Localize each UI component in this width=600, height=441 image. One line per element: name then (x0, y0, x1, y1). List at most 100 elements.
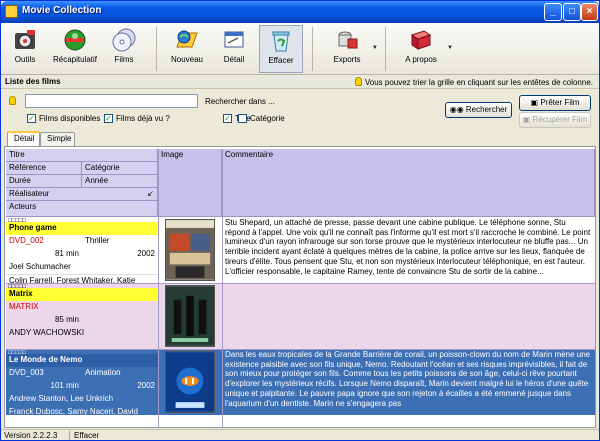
tab-simple[interactable]: Simple (40, 132, 75, 146)
header-commentaire[interactable]: Commentaire (222, 149, 595, 217)
films-disponibles-checkbox[interactable]: ✓ Films disponibles (27, 114, 100, 123)
recuperer-film-button[interactable]: ▣ Récupérer Film (519, 112, 591, 128)
row-category: Animation (85, 368, 121, 377)
row-year: 2002 (137, 381, 155, 390)
row-duration: 101 min (50, 381, 79, 390)
exports-icon (338, 31, 358, 49)
tab-detail[interactable]: Détail (7, 131, 40, 146)
search-area: Rechercher dans ... ✓ Films disponibles ✓… (1, 90, 599, 130)
header-image[interactable]: Image (158, 149, 222, 217)
row-year (82, 314, 158, 327)
search-input[interactable] (25, 94, 198, 108)
search-in-label: Rechercher dans ... (205, 97, 275, 106)
title-bar[interactable]: Movie Collection _ □ × (1, 1, 599, 23)
row-divider (6, 349, 595, 350)
preter-film-button[interactable]: ▣ Prêter Film (519, 95, 591, 111)
status-separator (69, 431, 70, 440)
toolbar-separator (385, 27, 386, 71)
header-duree[interactable]: Durée (6, 175, 82, 188)
categorie-checkbox[interactable]: Catégorie (238, 114, 285, 123)
grid-header: Titre Référence Catégorie Durée Année Ré… (6, 149, 595, 217)
checkbox-checked-icon: ✓ (104, 114, 113, 123)
row-reference: DVD_003 (9, 368, 44, 377)
header-acteurs[interactable]: Acteurs (6, 201, 158, 217)
exports-button[interactable]: Exports (329, 25, 365, 73)
window-title: Movie Collection (22, 5, 102, 16)
lend-icon: ▣ (530, 98, 541, 107)
rechercher-button[interactable]: ◉◉ Rechercher (445, 102, 512, 118)
toolbar-separator (312, 27, 313, 71)
row-year: 2002 (137, 249, 155, 258)
row-category: Thriller (85, 236, 110, 245)
table-row[interactable]: □□□□□ Phone game DVD_002 Thriller 81 min… (6, 217, 595, 285)
toolbar-separator (156, 27, 157, 71)
header-realisateur[interactable]: Réalisateur ↙ (6, 188, 158, 201)
column-divider (222, 149, 223, 427)
header-categorie[interactable]: Catégorie (82, 162, 158, 175)
row-director: Joel Schumacher (9, 262, 71, 271)
app-window: Movie Collection _ □ × Outils Récapitula… (0, 0, 600, 441)
app-icon (5, 5, 18, 18)
poster-image (165, 285, 215, 347)
binoculars-icon: ◉◉ (449, 105, 466, 114)
row-divider (6, 283, 595, 284)
close-button[interactable]: × (581, 3, 598, 21)
row-category (82, 301, 158, 314)
maximize-button[interactable]: □ (563, 3, 581, 21)
erase-icon (272, 31, 290, 52)
detail-button[interactable]: Détail (216, 25, 252, 73)
apropos-button[interactable]: A propos (401, 25, 441, 73)
minimize-button[interactable]: _ (544, 3, 562, 21)
status-message: Effacer (74, 431, 100, 440)
about-dropdown-arrow-icon[interactable]: ▼ (447, 45, 453, 51)
detail-icon (224, 31, 244, 48)
row-title: Phone game (6, 222, 158, 235)
row-director: Andrew Stanton, Lee Unkrich (9, 394, 114, 403)
poster-image (165, 351, 215, 413)
row-reference: DVD_002 (9, 236, 44, 245)
column-divider (158, 149, 159, 427)
exports-dropdown-arrow-icon[interactable]: ▼ (372, 45, 378, 51)
row-title: Le Monde de Nemo (6, 354, 158, 367)
row-actors: Franck Dubosc, Samy Naceri, David (9, 407, 138, 416)
status-bar: Version 2.2.2.3 Effacer (1, 429, 599, 440)
sort-arrow-icon: ↙ (147, 189, 154, 198)
effacer-button[interactable]: Effacer (259, 25, 303, 73)
table-row[interactable]: □□□□□ Matrix MATRIX 85 min ANDY WACHOWSK… (6, 283, 595, 349)
row-reference: MATRIX (9, 302, 39, 311)
header-reference[interactable]: Référence (6, 162, 82, 175)
about-icon (410, 30, 432, 50)
row-duration: 85 min (54, 315, 79, 324)
recapitulatif-button[interactable]: Récapitulatif (49, 25, 101, 73)
section-title: Liste des films (5, 77, 61, 86)
version-label: Version 2.2.2.3 (4, 431, 58, 440)
lightbulb-icon (9, 96, 16, 105)
row-duration: 81 min (54, 249, 79, 258)
films-grid-panel: Titre Référence Catégorie Durée Année Ré… (4, 146, 596, 428)
row-comment: Stu Shepard, un attaché de presse, passe… (225, 218, 591, 276)
tools-icon (15, 30, 35, 49)
films-vus-checkbox[interactable]: ✓ Films déjà vu ? (104, 114, 170, 123)
poster-image (165, 219, 215, 281)
header-titre[interactable]: Titre (6, 149, 158, 162)
checkbox-checked-icon: ✓ (223, 114, 232, 123)
table-row-selected[interactable]: □□□□□ Le Monde de Nemo DVD_003 Animation… (6, 349, 595, 416)
summary-icon (64, 29, 86, 51)
films-grid[interactable]: Titre Référence Catégorie Durée Année Ré… (6, 149, 595, 427)
row-comment: Dans les eaux tropicales de la Grande Ba… (225, 350, 591, 408)
row-title: Matrix (6, 288, 158, 301)
section-bar: Liste des films Vous pouvez trier la gri… (1, 75, 599, 89)
checkbox-unchecked-icon (238, 114, 247, 123)
row-comment (222, 283, 595, 349)
checkbox-checked-icon: ✓ (27, 114, 36, 123)
new-icon (176, 30, 198, 48)
films-button[interactable]: Films (107, 25, 141, 73)
row-director: ANDY WACHOWSKI (9, 328, 85, 337)
retrieve-icon: ▣ (522, 115, 533, 124)
nouveau-button[interactable]: Nouveau (167, 25, 207, 73)
films-icon (112, 28, 136, 52)
outils-button[interactable]: Outils (7, 25, 43, 73)
header-annee[interactable]: Année (82, 175, 158, 188)
toolbar: Outils Récapitulatif Films Nouveau Détai… (1, 23, 599, 75)
lightbulb-icon (354, 77, 362, 86)
